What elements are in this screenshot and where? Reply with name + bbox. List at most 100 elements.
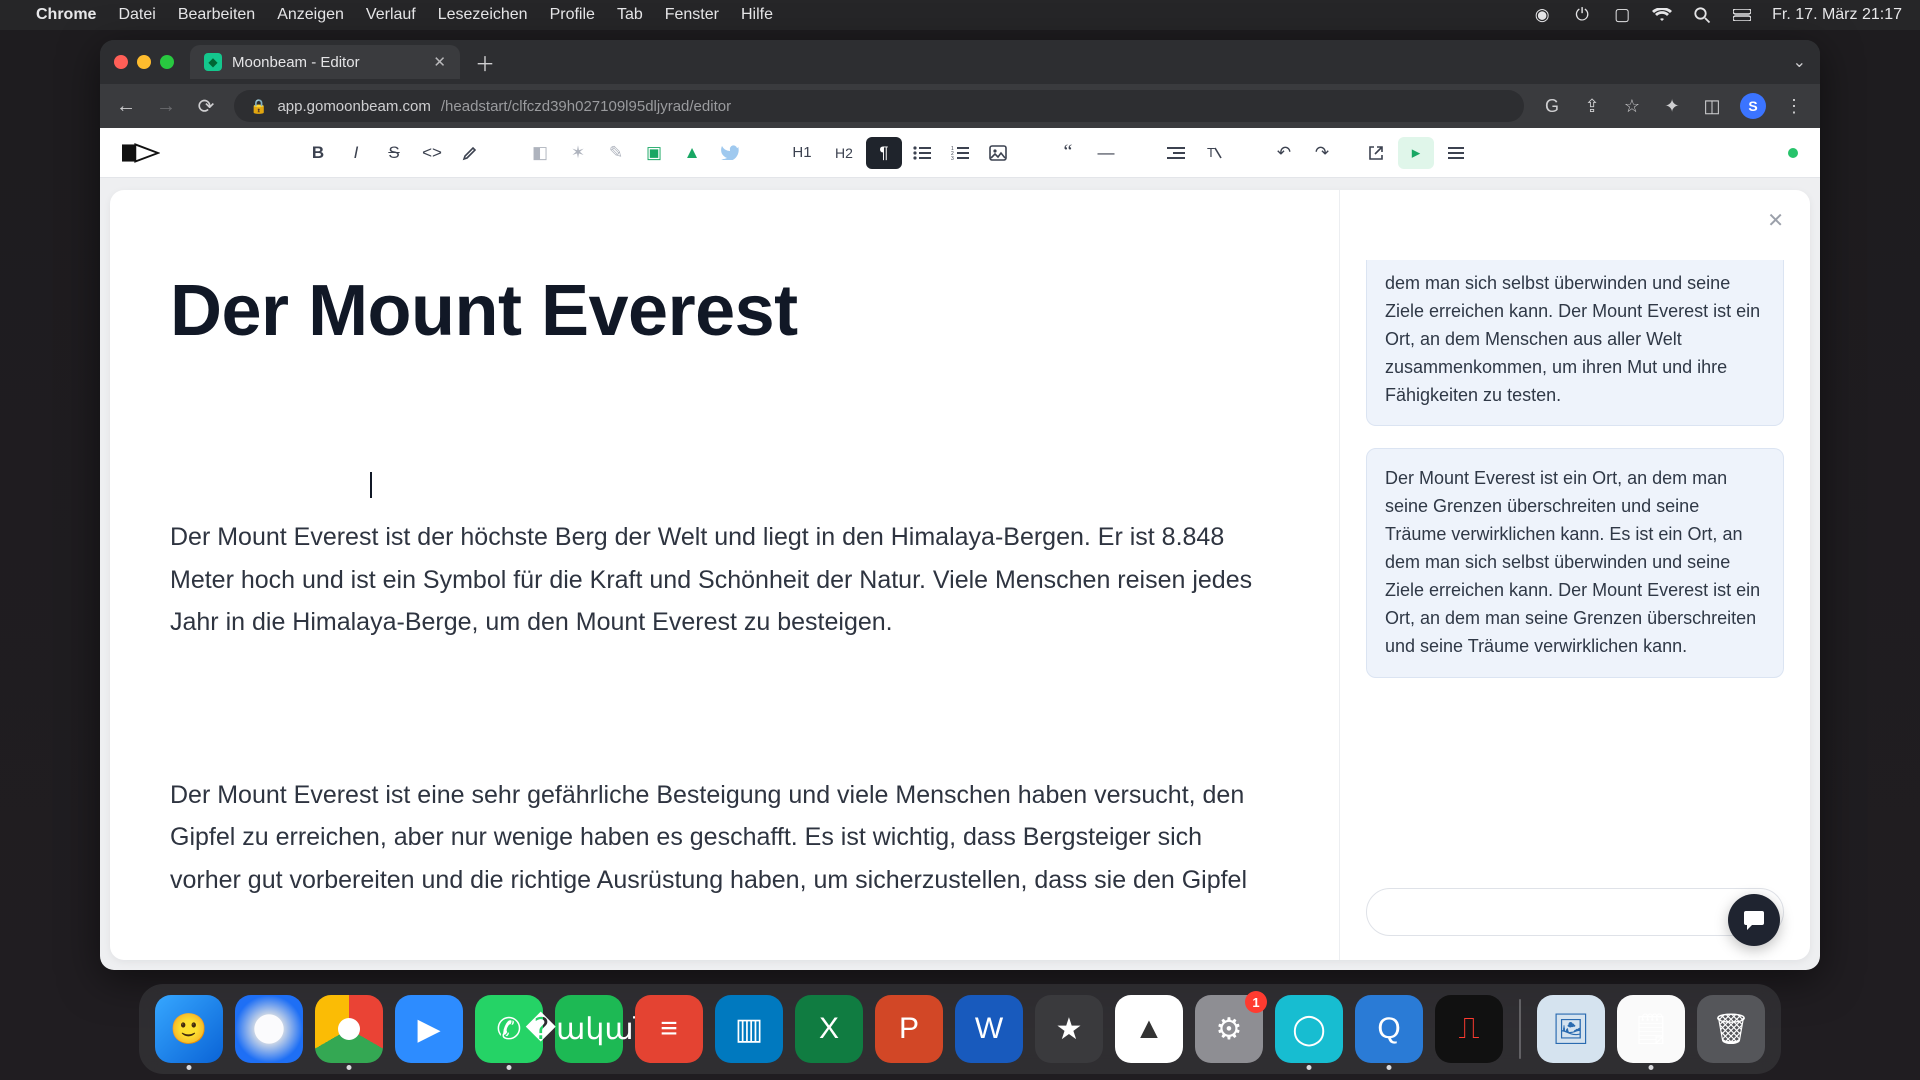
lock-icon: 🔒 [250,98,267,115]
menubar-item-anzeigen[interactable]: Anzeigen [277,6,344,24]
reload-button[interactable]: ⟳ [194,94,218,118]
menubar-item-bearbeiten[interactable]: Bearbeiten [178,6,255,24]
document-paragraph-2[interactable]: Der Mount Everest ist eine sehr gefährli… [170,774,1279,902]
ai-flame-button[interactable]: ▲ [674,137,710,169]
menubar-clock[interactable]: Fr. 17. März 21:17 [1772,6,1902,24]
ai-check-button[interactable]: ▣ [636,137,672,169]
menubar-item-lesezeichen[interactable]: Lesezeichen [438,6,528,24]
ordered-list-button[interactable]: 123 [942,137,978,169]
svg-text:3: 3 [951,156,954,160]
dock-todoist-icon[interactable]: ≡ [635,995,703,1063]
save-status-indicator-icon [1788,148,1798,158]
ai-chat-input[interactable] [1385,903,1743,921]
google-search-icon[interactable]: G [1540,94,1564,118]
outline-toggle-button[interactable] [1438,137,1474,169]
h2-button[interactable]: H2 [824,137,864,169]
paragraph-button[interactable]: ¶ [866,137,902,169]
bookmark-star-icon[interactable]: ☆ [1620,94,1644,118]
ai-action-3-button[interactable]: ✎ [598,137,634,169]
profile-avatar[interactable]: S [1740,93,1766,119]
sidepanel-icon[interactable]: ◫ [1700,94,1724,118]
hr-button[interactable]: — [1088,137,1124,169]
screen-record-icon[interactable]: ◉ [1532,5,1552,25]
tabs-overflow-icon[interactable]: ⌄ [1793,52,1806,72]
dock-chrome-icon[interactable] [315,995,383,1063]
back-button[interactable]: ← [114,94,138,118]
dock-stickies-icon[interactable]: 🗒 [1617,995,1685,1063]
dock-finder-icon[interactable]: 🙂 [155,995,223,1063]
control-center-icon[interactable] [1732,5,1752,25]
dock-spotify-icon[interactable]: �ական [555,995,623,1063]
tab-close-button[interactable]: ✕ [433,53,446,71]
document-paragraph-1[interactable]: Der Mount Everest ist der höchste Berg d… [170,516,1279,644]
dock-voicememo-icon[interactable]: ⎍ [1435,995,1503,1063]
dock-app-teal-icon[interactable]: ◯ [1275,995,1343,1063]
window-zoom-button[interactable] [160,55,174,69]
text-caret-line [170,472,1279,498]
battery-icon[interactable]: ▢ [1612,5,1632,25]
dock-word-icon[interactable]: W [955,995,1023,1063]
ai-messages: dem man sich selbst überwinden und seine… [1366,260,1784,840]
ai-tweet-button[interactable] [712,137,748,169]
dock-safari-icon[interactable] [235,995,303,1063]
clear-format-button[interactable]: T [1196,137,1232,169]
dock-excel-icon[interactable]: X [795,995,863,1063]
extensions-icon[interactable]: ✦ [1660,94,1684,118]
chrome-menu-icon[interactable]: ⋮ [1782,94,1806,118]
tab-title: Moonbeam - Editor [232,54,360,71]
quote-button[interactable]: “ [1050,137,1086,169]
spotlight-icon[interactable] [1692,5,1712,25]
document-area[interactable]: Der Mount Everest Der Mount Everest ist … [110,190,1340,960]
help-fab-button[interactable] [1728,894,1780,946]
menubar-item-verlauf[interactable]: Verlauf [366,6,416,24]
wifi-icon[interactable] [1652,5,1672,25]
moonbeam-app: B I S <> ◧ ✶ ✎ ▣ ▲ [100,128,1820,970]
share-icon[interactable]: ⇪ [1580,94,1604,118]
image-button[interactable] [980,137,1016,169]
highlight-button[interactable] [452,137,488,169]
editor-canvas: Der Mount Everest Der Mount Everest ist … [110,190,1810,960]
dock-settings-icon[interactable]: ⚙1 [1195,995,1263,1063]
new-tab-button[interactable]: ＋ [470,47,500,77]
bullet-list-button[interactable] [904,137,940,169]
menubar-item-profile[interactable]: Profile [550,6,595,24]
h1-button[interactable]: H1 [782,137,822,169]
window-minimize-button[interactable] [137,55,151,69]
align-button[interactable] [1158,137,1194,169]
strike-button[interactable]: S [376,137,412,169]
address-bar[interactable]: 🔒 app.gomoonbeam.com/headstart/clfczd39h… [234,90,1524,122]
menubar-item-tab[interactable]: Tab [617,6,643,24]
dock-powerpoint-icon[interactable]: P [875,995,943,1063]
side-panel-close-button[interactable]: ✕ [1767,208,1784,233]
undo-button[interactable]: ↶ [1266,137,1302,169]
ai-message[interactable]: Der Mount Everest ist ein Ort, an dem ma… [1366,448,1784,677]
code-button[interactable]: <> [414,137,450,169]
ai-message[interactable]: dem man sich selbst überwinden und seine… [1366,260,1784,426]
moonbeam-logo-icon[interactable] [122,140,160,166]
dock-imovie-icon[interactable]: ★ [1035,995,1103,1063]
menubar-item-fenster[interactable]: Fenster [665,6,719,24]
window-close-button[interactable] [114,55,128,69]
ai-action-1-button[interactable]: ◧ [522,137,558,169]
macos-menubar: Chrome Datei Bearbeiten Anzeigen Verlauf… [0,0,1920,30]
browser-tab[interactable]: ◆ Moonbeam - Editor ✕ [190,45,460,79]
chrome-tabstrip: ◆ Moonbeam - Editor ✕ ＋ ⌄ [100,40,1820,84]
redo-button[interactable]: ↷ [1304,137,1340,169]
dock-zoom-icon[interactable]: ▶ [395,995,463,1063]
menubar-item-hilfe[interactable]: Hilfe [741,6,773,24]
bold-button[interactable]: B [300,137,336,169]
menubar-app[interactable]: Chrome [36,6,96,24]
dock-trello-icon[interactable]: ▥ [715,995,783,1063]
italic-button[interactable]: I [338,137,374,169]
document-title[interactable]: Der Mount Everest [170,270,1279,352]
ai-action-2-button[interactable]: ✶ [560,137,596,169]
ai-panel-toggle-button[interactable]: ▸ [1398,137,1434,169]
forward-button[interactable]: → [154,94,178,118]
open-external-button[interactable] [1358,137,1394,169]
dock-drive-icon[interactable]: ▲ [1115,995,1183,1063]
dock-preview-icon[interactable]: 🖼 [1537,995,1605,1063]
dock-trash-icon[interactable]: 🗑 [1697,995,1765,1063]
dock-quicktime-icon[interactable]: Q [1355,995,1423,1063]
now-playing-icon[interactable]: ⏻ [1572,5,1592,25]
menubar-item-datei[interactable]: Datei [118,6,155,24]
